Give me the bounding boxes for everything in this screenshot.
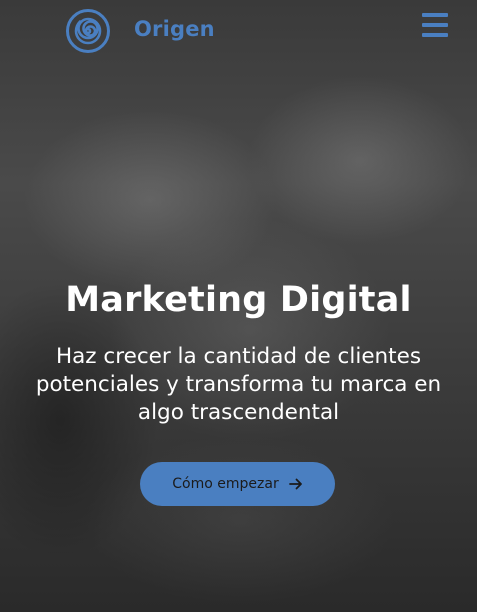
- site-header: Origen: [0, 0, 477, 62]
- get-started-label: Cómo empezar: [172, 476, 279, 492]
- hamburger-menu-icon[interactable]: [422, 13, 450, 39]
- brand-name[interactable]: Origen: [134, 17, 215, 41]
- spiral-logo-icon[interactable]: [66, 9, 110, 53]
- hero-section: Marketing Digital Haz crecer la cantidad…: [0, 272, 477, 427]
- arrow-right-icon: [288, 477, 303, 491]
- get-started-button[interactable]: Cómo empezar: [140, 462, 335, 506]
- hero-title: Marketing Digital: [65, 280, 412, 320]
- hero-subtitle: Haz crecer la cantidad de clientes poten…: [35, 344, 442, 425]
